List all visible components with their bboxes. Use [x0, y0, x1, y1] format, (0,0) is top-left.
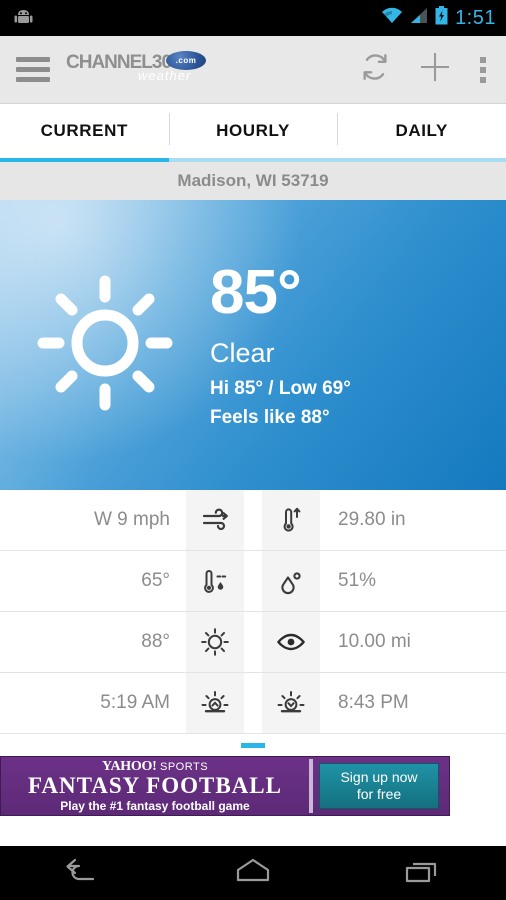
heat-index-value: 88°	[141, 631, 170, 652]
plus-icon	[418, 50, 452, 89]
humidity-value: 51%	[338, 570, 377, 591]
overflow-dot	[480, 66, 486, 73]
detail-visibility: 10.00 mi	[262, 612, 506, 672]
current-temperature: 85°	[210, 257, 302, 327]
detail-sunset: 8:43 PM	[262, 673, 506, 733]
sun-clear-icon	[30, 268, 180, 423]
detail-sunrise: 5:19 AM	[0, 673, 244, 733]
refresh-icon	[360, 52, 390, 87]
ad-brand-sports: SPORTS	[160, 760, 209, 773]
detail-dew-point: 65°	[0, 551, 244, 611]
dew-point-icon	[186, 551, 244, 611]
status-bar-clock: 1:51	[455, 6, 496, 29]
overflow-menu-button[interactable]	[480, 56, 486, 83]
page-indicator	[0, 734, 506, 756]
overflow-dot	[480, 76, 486, 83]
status-bar: 1:51	[0, 0, 506, 36]
hamburger-bar	[16, 77, 50, 82]
app-root: 1:51 CHANNEL3000 .com weather CURRENT HO…	[0, 0, 506, 900]
sunrise-icon	[186, 673, 244, 733]
tab-daily[interactable]: DAILY	[337, 104, 506, 162]
status-bar-notifications	[14, 9, 381, 27]
hamburger-bar	[16, 67, 50, 72]
current-condition-label: Clear	[210, 337, 275, 368]
ad-cta-button[interactable]: Sign up now for free	[319, 763, 439, 809]
ad-cta-line2: for free	[356, 786, 402, 802]
ad-subtext: Play the #1 fantasy football game	[60, 799, 250, 814]
ad-brand-yahoo: YAHOO!	[101, 758, 157, 774]
detail-pressure: 29.80 in	[262, 490, 506, 550]
dew-point-value: 65°	[141, 570, 170, 591]
column-gap	[244, 490, 262, 550]
sunset-icon	[262, 673, 320, 733]
wind-icon	[186, 490, 244, 550]
column-gap	[244, 551, 262, 611]
status-bar-system-icons: 1:51	[381, 6, 496, 30]
add-location-button[interactable]	[418, 50, 452, 89]
sunrise-value: 5:19 AM	[100, 692, 170, 713]
detail-humidity: 51%	[262, 551, 506, 611]
humidity-droplet-icon	[262, 551, 320, 611]
tab-bar: CURRENT HOURLY DAILY	[0, 104, 506, 162]
home-button[interactable]	[208, 846, 298, 900]
action-bar-buttons	[360, 50, 490, 89]
back-icon	[63, 856, 105, 891]
ad-headline: FANTASY FOOTBALL	[28, 772, 282, 798]
ad-copy: YAHOO! SPORTS FANTASY FOOTBALL Play the …	[1, 759, 303, 813]
column-gap	[244, 673, 262, 733]
weather-condition-icon-wrap	[0, 268, 210, 423]
pressure-thermometer-icon	[262, 490, 320, 550]
table-row: W 9 mph 29.80 in	[0, 490, 506, 551]
back-button[interactable]	[39, 846, 129, 900]
detail-heat-index: 88°	[0, 612, 244, 672]
wifi-icon	[381, 7, 403, 29]
pressure-value: 29.80 in	[338, 509, 406, 530]
recent-apps-button[interactable]	[377, 846, 467, 900]
details-table: W 9 mph 29.80 in 65° 51% 88° 10.00 mi 5:…	[0, 490, 506, 734]
column-gap	[244, 612, 262, 672]
ad-banner[interactable]: YAHOO! SPORTS FANTASY FOOTBALL Play the …	[0, 756, 450, 816]
visibility-value: 10.00 mi	[338, 631, 411, 652]
ad-cta-line1: Sign up now	[340, 769, 418, 786]
overflow-menu-icon	[480, 56, 486, 83]
wind-value: W 9 mph	[93, 509, 170, 530]
table-row: 88° 10.00 mi	[0, 612, 506, 673]
brand-tagline: weather	[138, 67, 192, 83]
sunset-value: 8:43 PM	[338, 692, 409, 713]
detail-wind: W 9 mph	[0, 490, 244, 550]
recent-apps-icon	[401, 856, 443, 891]
page-indicator-dash	[241, 742, 265, 748]
ad-banner-container: YAHOO! SPORTS FANTASY FOOTBALL Play the …	[0, 756, 506, 818]
hi-low-temperature: Hi 85° / Low 69°	[210, 377, 351, 399]
current-conditions-text: 85° Clear Hi 85° / Low 69° Feels like 88…	[210, 257, 351, 429]
tab-hourly[interactable]: HOURLY	[168, 104, 338, 162]
android-robot-icon	[14, 9, 40, 27]
cell-signal-icon	[410, 7, 428, 29]
overflow-dot	[480, 56, 486, 63]
current-conditions-hero: 85° Clear Hi 85° / Low 69° Feels like 88…	[0, 200, 506, 490]
ad-divider	[309, 759, 313, 813]
tab-current[interactable]: CURRENT	[0, 104, 169, 162]
feels-like-temperature: Feels like 88°	[210, 406, 330, 428]
app-logo: CHANNEL3000 .com weather	[66, 50, 226, 90]
table-row: 5:19 AM 8:43 PM	[0, 673, 506, 734]
location-bar[interactable]: Madison, WI 53719	[0, 162, 506, 200]
hamburger-menu-icon[interactable]	[16, 57, 50, 82]
battery-charging-icon	[435, 6, 448, 30]
refresh-button[interactable]	[360, 52, 390, 87]
action-bar: CHANNEL3000 .com weather	[0, 36, 506, 104]
home-icon	[232, 856, 274, 891]
table-row: 65° 51%	[0, 551, 506, 612]
android-navigation-bar	[0, 846, 506, 900]
hamburger-bar	[16, 57, 50, 62]
heat-index-sun-icon	[186, 612, 244, 672]
visibility-eye-icon	[262, 612, 320, 672]
